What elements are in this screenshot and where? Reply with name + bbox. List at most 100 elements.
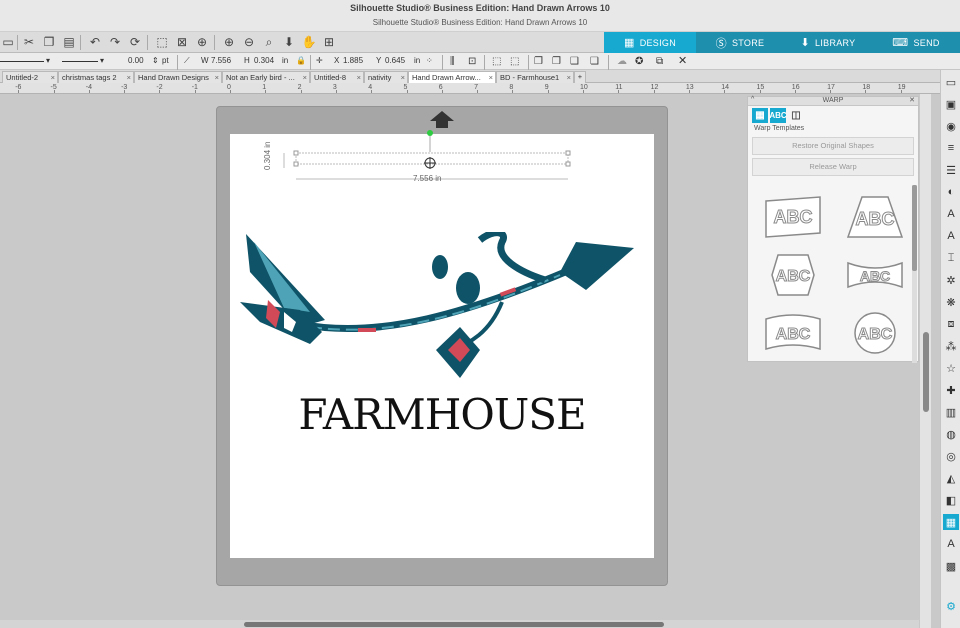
close-icon[interactable]: ✕ (909, 96, 915, 104)
offset-icon[interactable]: ❋ (943, 294, 959, 310)
replicate-icon[interactable]: ❐ (534, 56, 543, 67)
release-warp-button[interactable]: Release Warp (752, 158, 914, 176)
line-cap-dropdown-icon[interactable]: ▾ (100, 56, 104, 65)
warp-template-item[interactable]: ABC (758, 193, 828, 241)
collapse-icon[interactable]: ^ (751, 96, 754, 103)
close-tab-icon[interactable]: × (127, 73, 131, 82)
star-icon[interactable]: ☆ (943, 360, 959, 376)
arrow-artwork[interactable] (240, 232, 640, 382)
undo-icon[interactable]: ↶ (87, 34, 103, 50)
warp-template-item[interactable]: ABC (840, 193, 910, 241)
deselect-icon[interactable]: ⊠ (174, 34, 190, 50)
doc-tab[interactable]: Untitled-2 × (2, 71, 58, 83)
redo-icon[interactable]: ↷ (107, 34, 123, 50)
line-width-stepper-icon[interactable]: ⇕ (152, 56, 159, 65)
transform-icon[interactable]: ⌶ (943, 250, 959, 266)
doc-tab[interactable]: BD - Farmhouse1 × (496, 71, 574, 83)
line-style-icon[interactable]: ☰ (943, 162, 959, 178)
zoom-out-icon[interactable]: ⊖ (241, 34, 257, 50)
group-icon[interactable]: ⬚ (492, 56, 501, 67)
close-tab-icon[interactable]: × (401, 73, 405, 82)
delete-icon[interactable]: ✕ (678, 54, 687, 67)
grid-pattern-icon[interactable]: ▩ (943, 558, 959, 574)
y-position-input[interactable]: 0.645 (385, 56, 405, 65)
horizontal-scrollbar[interactable] (0, 620, 919, 628)
layers-icon[interactable]: ▥ (943, 404, 959, 420)
nesting-icon[interactable]: ◭ (943, 470, 959, 486)
trace-icon[interactable]: ☁ (617, 56, 627, 67)
warp-text-icon[interactable]: ABC (769, 108, 787, 123)
vertical-scroll-thumb[interactable] (923, 332, 929, 412)
warp-scroll-thumb[interactable] (912, 185, 917, 271)
doc-tab[interactable]: christmas tags 2 × (58, 71, 134, 83)
line-color-icon[interactable]: ≡ (943, 140, 959, 156)
text-path-icon[interactable]: A (943, 228, 959, 244)
text-style-icon[interactable]: A (943, 206, 959, 222)
rotate-handle[interactable] (427, 130, 433, 136)
doc-tab-active[interactable]: Hand Drawn Arrow... × (408, 71, 496, 83)
page-setup-icon[interactable]: ▭ (943, 74, 959, 90)
copy-icon[interactable]: ❐ (41, 34, 57, 50)
doc-tab[interactable]: Hand Drawn Designs × (134, 71, 222, 83)
restore-original-shapes-button[interactable]: Restore Original Shapes (752, 137, 914, 155)
fill-palette-icon[interactable]: ◉ (943, 118, 959, 134)
select-all-icon[interactable]: ⬚ (154, 34, 170, 50)
tab-design[interactable]: ▦ DESIGN (604, 32, 696, 53)
center-page-icon[interactable]: ⊡ (468, 56, 476, 67)
vertical-scrollbar[interactable] (919, 94, 931, 628)
x-position-input[interactable]: 1.885 (343, 56, 363, 65)
settings-gear-icon[interactable]: ⚙ (943, 598, 959, 614)
weld-icon[interactable]: ❑ (570, 56, 579, 67)
rhinestone-icon[interactable]: ◍ (943, 426, 959, 442)
sketch-icon[interactable]: ⁂ (943, 338, 959, 354)
emboss-icon[interactable]: ◧ (943, 492, 959, 508)
line-style-dropdown-icon[interactable]: ▾ (46, 56, 50, 65)
doc-tab[interactable]: Untitled-8 × (310, 71, 364, 83)
close-tab-icon[interactable]: × (51, 73, 55, 82)
height-input[interactable]: 0.304 (254, 56, 274, 65)
line-style-swatch[interactable] (0, 61, 44, 62)
warp-panel-scrollbar[interactable] (912, 185, 917, 363)
new-tab-button[interactable]: + (574, 71, 586, 83)
offset-star-icon[interactable]: ✪ (635, 56, 643, 67)
align-icon[interactable]: ⫼ (450, 56, 455, 67)
replicate-star-icon[interactable]: ✲ (943, 272, 959, 288)
move-down-icon[interactable]: ⬇ (281, 34, 297, 50)
line-cap-swatch[interactable] (62, 61, 98, 62)
trace-panel-icon[interactable]: ⧈ (943, 316, 959, 332)
warp-template-icon[interactable]: ▦ (752, 108, 768, 123)
close-tab-icon[interactable]: × (489, 73, 493, 82)
doc-tab[interactable]: nativity × (364, 71, 408, 83)
fill-gradient-icon[interactable]: ◐ (943, 184, 959, 200)
tab-library[interactable]: ⬇ LIBRARY (784, 32, 872, 53)
line-width-input[interactable]: 0.00 (128, 56, 144, 65)
cut-icon[interactable]: ✂ (21, 34, 37, 50)
tab-send[interactable]: ⌨ SEND (872, 32, 960, 53)
redraw-icon[interactable]: ⟳ (127, 34, 143, 50)
close-tab-icon[interactable]: × (357, 73, 361, 82)
fit-page-icon[interactable]: ⊞ (321, 34, 337, 50)
zoom-select-icon[interactable]: ⌕ (261, 34, 277, 50)
warp-template-item[interactable]: ABC (758, 251, 828, 299)
merge-icon[interactable]: ❏ (590, 56, 599, 67)
position-grid-icon[interactable]: ⁘ (426, 56, 433, 65)
3d-box-icon[interactable]: ⧉ (656, 56, 663, 67)
close-tab-icon[interactable]: × (215, 73, 219, 82)
warp-cup-icon[interactable]: ◫ (788, 108, 804, 123)
lock-aspect-icon[interactable]: 🔒 (296, 56, 306, 65)
pixscan-icon[interactable]: ▣ (943, 96, 959, 112)
mirror-icon[interactable]: ❐ (552, 56, 561, 67)
edit-points-icon[interactable]: ⊕ (194, 34, 210, 50)
print-icon[interactable]: ▭ (0, 34, 16, 50)
doc-tab[interactable]: Not an Early bird - ... × (222, 71, 310, 83)
warp-template-item[interactable]: ABC (758, 309, 828, 357)
close-tab-icon[interactable]: × (303, 73, 307, 82)
warp-template-item[interactable]: ABC (840, 309, 910, 357)
warp-panel-icon[interactable]: ▦ (943, 514, 959, 530)
warp-template-item[interactable]: ABC (840, 251, 910, 299)
tab-store[interactable]: Ⓢ STORE (696, 32, 784, 53)
paste-icon[interactable]: ▤ (61, 34, 77, 50)
text-warp-icon[interactable]: A (943, 536, 959, 552)
zoom-in-icon[interactable]: ⊕ (221, 34, 237, 50)
puzzle-icon[interactable]: ✚ (943, 382, 959, 398)
